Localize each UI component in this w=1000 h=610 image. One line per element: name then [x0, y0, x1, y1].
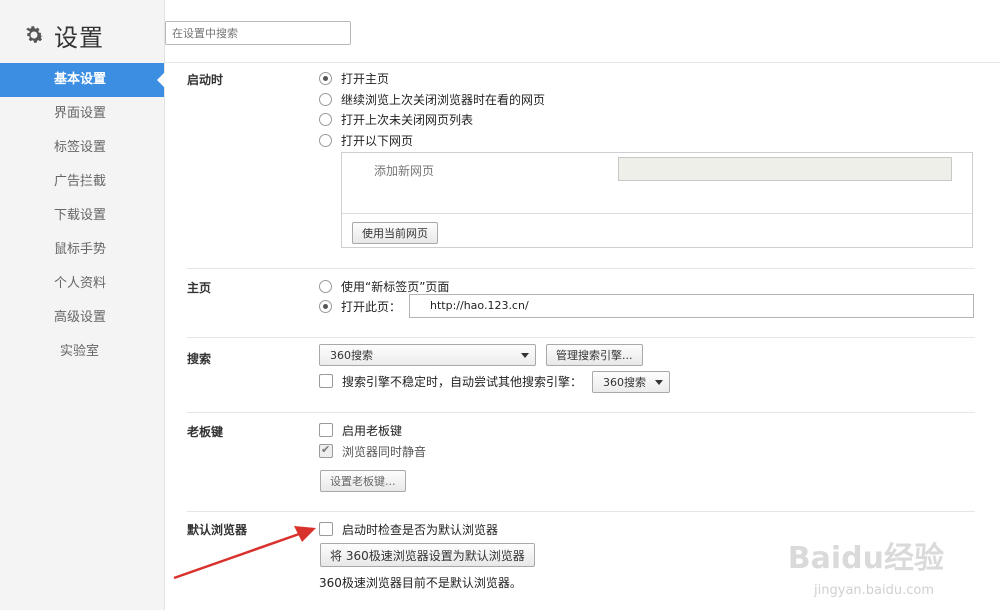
checkbox[interactable] — [319, 423, 333, 437]
dropdown-arrow-icon — [655, 380, 663, 385]
checkbox[interactable] — [319, 443, 333, 458]
default-browser-check-option[interactable]: 启动时检查是否为默认浏览器 — [319, 520, 498, 538]
startup-section: 启动时 打开主页 继续浏览上次关闭浏览器时在看的网页 打开上次未关闭网页列表 打… — [187, 63, 975, 269]
checkbox[interactable] — [319, 522, 333, 536]
radio-button[interactable] — [319, 92, 332, 106]
sidebar-nav: 基本设置 界面设置 标签设置 广告拦截 下载设置 鼠标手势 个人资料 高级设置 … — [0, 63, 165, 369]
startup-title: 启动时 — [187, 73, 224, 87]
startup-option-pages[interactable]: 打开以下网页 — [319, 131, 413, 149]
top-bar — [165, 0, 1000, 63]
radio-button[interactable] — [319, 279, 332, 293]
checkbox[interactable] — [319, 374, 333, 388]
radio-button[interactable] — [319, 71, 332, 85]
homepage-option-newtab[interactable]: 使用“新标签页”页面 — [319, 277, 449, 295]
search-engine-select[interactable]: 360搜索 — [319, 344, 536, 366]
startup-option-homepage[interactable]: 打开主页 — [319, 69, 389, 87]
boss-key-title: 老板键 — [187, 425, 224, 439]
add-page-input[interactable] — [618, 157, 952, 181]
sidebar-item-profile[interactable]: 个人资料 — [0, 267, 164, 301]
startup-option-unclosed[interactable]: 打开上次未关闭网页列表 — [319, 110, 473, 128]
homepage-title: 主页 — [187, 281, 212, 295]
startup-option-continue[interactable]: 继续浏览上次关闭浏览器时在看的网页 — [319, 90, 545, 108]
homepage-option-open[interactable]: 打开此页： — [319, 297, 401, 315]
gear-icon — [26, 26, 44, 43]
homepage-section: 主页 使用“新标签页”页面 打开此页： http://hao.123.cn/ — [187, 269, 975, 338]
radio-button[interactable] — [319, 133, 332, 147]
radio-button[interactable] — [319, 299, 332, 313]
set-default-browser-button[interactable]: 将 360极速浏览器设置为默认浏览器 — [320, 543, 535, 567]
radio-button[interactable] — [319, 112, 332, 126]
sidebar-item-interface[interactable]: 界面设置 — [0, 97, 164, 131]
set-boss-key-button[interactable]: 设置老板键... — [320, 470, 406, 492]
sidebar-item-basic[interactable]: 基本设置 — [0, 63, 165, 97]
search-input[interactable] — [165, 21, 351, 45]
startup-pages-box: 添加新网页 使用当前网页 — [341, 152, 973, 248]
homepage-url-input[interactable]: http://hao.123.cn/ — [409, 294, 974, 318]
fallback-engine-select[interactable]: 360搜索 — [592, 371, 670, 393]
sidebar-item-lab[interactable]: 实验室 — [0, 335, 164, 369]
dropdown-arrow-icon — [521, 353, 529, 358]
manage-search-engines-button[interactable]: 管理搜索引擎... — [546, 344, 643, 366]
sidebar-item-gestures[interactable]: 鼠标手势 — [0, 233, 164, 267]
sidebar-item-adblock[interactable]: 广告拦截 — [0, 165, 164, 199]
add-page-label: 添加新网页 — [374, 164, 435, 178]
box-divider — [342, 213, 972, 214]
settings-logo: 设置 — [22, 20, 104, 52]
boss-key-mute-option[interactable]: 浏览器同时静音 — [319, 442, 426, 460]
use-current-page-button[interactable]: 使用当前网页 — [352, 222, 438, 244]
search-title: 搜索 — [187, 352, 212, 366]
boss-key-enable-option[interactable]: 启用老板键 — [319, 421, 402, 439]
boss-key-section: 老板键 启用老板键 浏览器同时静音 设置老板键... — [187, 413, 975, 512]
watermark-url: jingyan.baidu.com — [814, 583, 934, 598]
sidebar-item-download[interactable]: 下载设置 — [0, 199, 164, 233]
watermark: Baidu经验 — [787, 541, 944, 576]
search-fallback-option[interactable]: 搜索引擎不稳定时，自动尝试其他搜索引擎： — [319, 372, 582, 390]
default-browser-status: 360极速浏览器目前不是默认浏览器。 — [319, 576, 522, 590]
sidebar-item-tabs[interactable]: 标签设置 — [0, 131, 164, 165]
sidebar-item-advanced[interactable]: 高级设置 — [0, 301, 164, 335]
annotation-arrow-icon — [173, 526, 316, 580]
search-section: 搜索 360搜索 管理搜索引擎... 搜索引擎不稳定时，自动尝试其他搜索引擎： … — [187, 338, 975, 413]
page-title: 设置 — [54, 23, 104, 52]
sidebar: 设置 基本设置 界面设置 标签设置 广告拦截 下载设置 鼠标手势 个人资料 高级… — [0, 0, 165, 610]
